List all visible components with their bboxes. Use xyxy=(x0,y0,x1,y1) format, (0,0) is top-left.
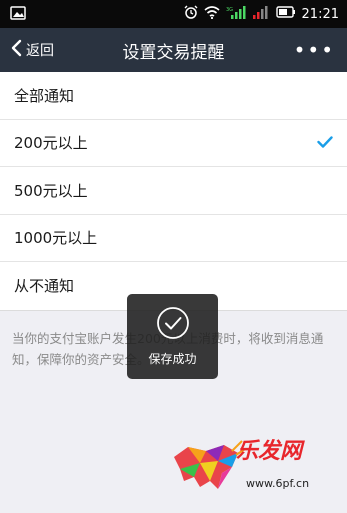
option-label: 1000元以上 xyxy=(14,229,98,248)
chevron-left-icon xyxy=(10,39,22,61)
more-icon: ••• xyxy=(293,38,335,62)
back-label: 返回 xyxy=(26,43,54,59)
option-label: 全部通知 xyxy=(14,86,75,105)
svg-text:3G: 3G xyxy=(226,7,233,13)
option-500[interactable]: 500元以上 xyxy=(0,167,347,215)
signal-icon: 3G xyxy=(226,5,246,23)
option-1000[interactable]: 1000元以上 xyxy=(0,215,347,262)
nav-bar: 设置交易提醒 返回 ••• xyxy=(0,28,347,72)
option-label: 200元以上 xyxy=(14,134,88,153)
save-success-toast: 保存成功 xyxy=(127,294,218,379)
image-icon xyxy=(10,5,26,24)
option-200[interactable]: 200元以上 xyxy=(0,120,347,167)
checkmark-icon xyxy=(317,134,333,152)
watermark: 乐发网 www.6pf.cn xyxy=(166,433,341,503)
more-button[interactable]: ••• xyxy=(294,28,335,72)
wifi-icon xyxy=(204,5,220,23)
toast-label: 保存成功 xyxy=(148,352,197,366)
status-bar: 3G 21:21 xyxy=(0,0,347,28)
status-time: 21:21 xyxy=(301,6,339,22)
check-circle-icon xyxy=(156,306,190,344)
watermark-brand: 乐发网 xyxy=(236,439,303,464)
option-label: 500元以上 xyxy=(14,181,88,200)
battery-icon xyxy=(275,6,296,22)
alarm-icon xyxy=(184,5,198,23)
back-button[interactable]: 返回 xyxy=(10,28,54,72)
notification-options-list: 全部通知 200元以上 500元以上 1000元以上 从不通知 xyxy=(0,72,347,311)
option-label: 从不通知 xyxy=(14,277,75,296)
signal-icon xyxy=(252,5,270,23)
option-all[interactable]: 全部通知 xyxy=(0,72,347,120)
watermark-url: www.6pf.cn xyxy=(246,477,310,490)
